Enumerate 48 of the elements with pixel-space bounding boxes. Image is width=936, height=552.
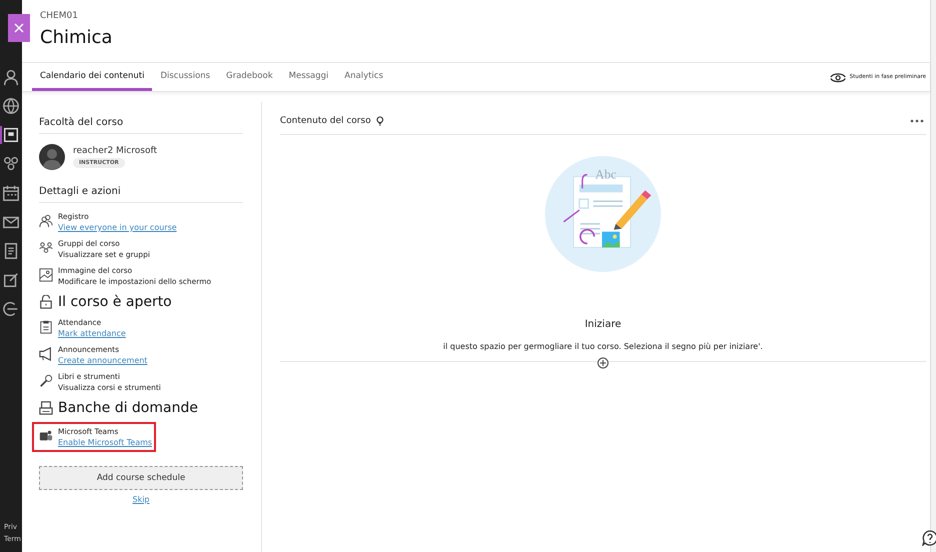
item-link[interactable]: Mark attendance <box>58 328 126 339</box>
lightbulb-icon <box>376 116 384 126</box>
empty-state-title: Iniziare <box>584 319 622 330</box>
close-button[interactable] <box>8 14 30 42</box>
people-icon <box>39 214 53 228</box>
clipboard-icon <box>39 320 53 334</box>
section-heading: Dettagli e azioni <box>39 186 243 203</box>
megaphone-icon <box>39 347 53 361</box>
calendar-icon[interactable] <box>2 184 20 202</box>
avatar-icon <box>39 144 65 170</box>
tab[interactable]: Gradebook <box>218 63 281 91</box>
groups-icon[interactable] <box>2 155 20 173</box>
document-icon[interactable] <box>2 242 20 260</box>
globe-icon[interactable] <box>2 97 20 115</box>
add-schedule-button[interactable]: Add course schedule <box>39 466 243 490</box>
more-button[interactable] <box>908 119 926 123</box>
item-title: Il corso è aperto <box>58 293 172 312</box>
plus-icon <box>597 357 609 369</box>
more-icon <box>910 119 924 123</box>
section-heading: Facoltà del corso <box>39 117 243 134</box>
item-link[interactable]: Enable Microsoft Teams <box>58 437 152 448</box>
course-title: Chimica <box>40 27 114 48</box>
help-icon[interactable] <box>922 530 936 546</box>
teams-icon <box>39 429 53 443</box>
illustration-label: Abc <box>595 168 616 182</box>
printer-icon <box>39 401 53 415</box>
course-code: CHEM01 <box>40 11 79 21</box>
tab[interactable]: Discussions <box>152 63 218 91</box>
image-icon <box>39 268 53 282</box>
section-heading: Contenuto del corso <box>280 116 371 126</box>
add-content-button[interactable] <box>597 357 609 369</box>
item-link[interactable]: View everyone in your course <box>58 222 177 233</box>
course-icon[interactable] <box>0 126 20 144</box>
group-icon <box>39 241 53 255</box>
sign-out-icon[interactable] <box>2 300 20 318</box>
tab[interactable]: Calendario dei contenuti <box>32 63 152 91</box>
item-link[interactable]: Create announcement <box>58 355 148 366</box>
item-title: Banche di domande <box>58 399 198 418</box>
tab[interactable]: Analytics <box>336 63 392 91</box>
edit-icon[interactable] <box>2 271 20 289</box>
user-icon[interactable] <box>2 68 20 86</box>
padlock-icon <box>39 295 53 309</box>
empty-state-message: il questo spazio per germogliare il tuo corso. Seleziona il segno più per iniziare'. <box>443 342 763 351</box>
close-icon <box>14 23 24 33</box>
tab[interactable]: Messaggi <box>280 63 337 91</box>
eye-icon[interactable] <box>830 71 846 83</box>
skip-link[interactable]: Skip <box>132 494 150 505</box>
instructor-name: reacher2 Microsoft <box>73 146 157 156</box>
